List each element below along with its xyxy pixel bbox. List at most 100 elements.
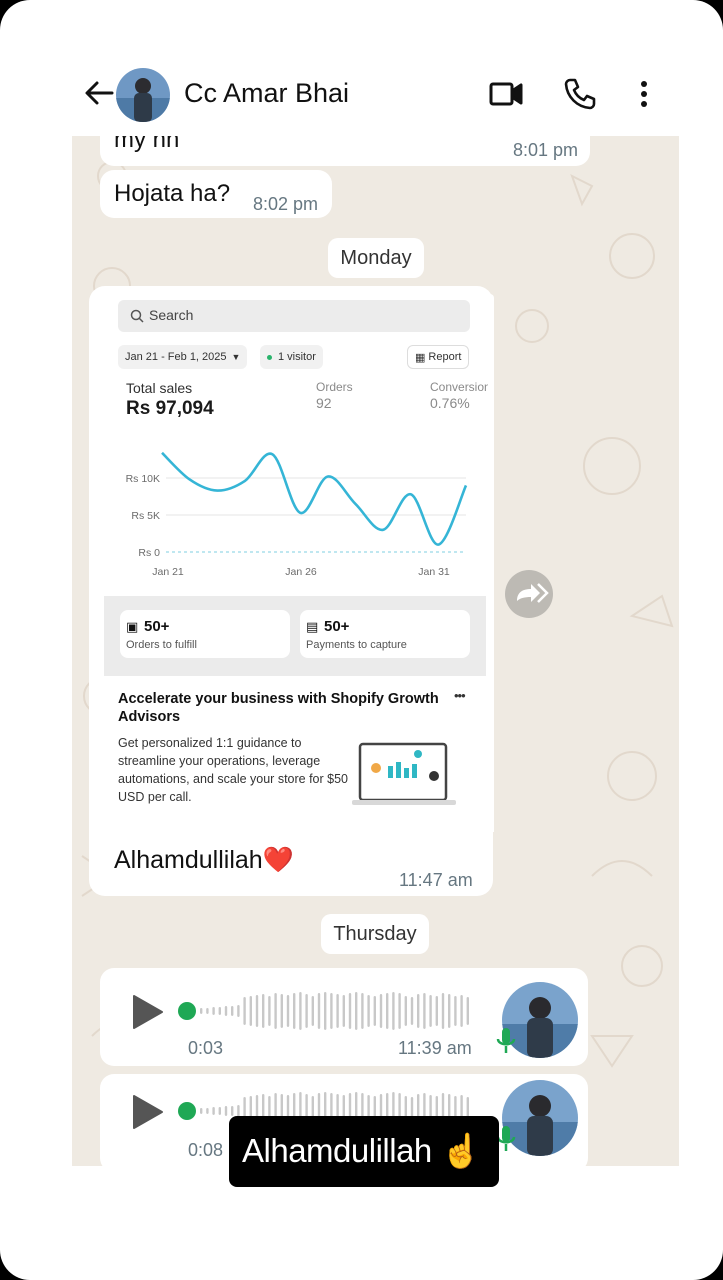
search-placeholder: Search [149,307,194,323]
waveform-bar [342,995,345,1027]
orders-to-fulfill-count: 50+ [144,618,170,635]
conversion-value: 0.76% [430,395,470,411]
report-button: ▦ Report [407,345,470,369]
play-icon[interactable] [130,1094,164,1130]
laptop-illustration [352,742,456,805]
sales-series-line [161,451,468,546]
waveform-bar [367,995,370,1027]
mic-icon [496,1028,516,1053]
waveform-bar [355,992,358,1030]
waveform-bar [305,994,308,1028]
advisor-body: Get personalized 1:1 guidance to streaml… [118,736,348,804]
conversion-label: Conversion [430,380,488,394]
waveform-bar [200,1008,203,1014]
voice-waveform [200,992,469,1030]
advisor-title: Accelerate your business with Shopify Gr… [118,691,439,725]
waveform-bar [429,995,432,1027]
message-text: Hojata ha? [114,180,231,207]
waveform-bar [361,993,364,1029]
waveform-bar [268,996,271,1026]
date-separator: Monday [328,238,424,278]
message-time: 8:02 pm [253,194,319,214]
waveform-bar [454,996,457,1026]
more-options-icon[interactable] [626,76,662,112]
contact-name[interactable]: Cc Amar Bhai [184,78,349,109]
story-caption: Alhamdulillah ☝️ [229,1116,499,1187]
waveform-bar [398,993,401,1029]
y-tick-label: Rs 5K [131,510,160,522]
waveform-bar [206,1008,209,1014]
payments-to-capture-card: ▤ 50+ Payments to capture [300,610,470,658]
chat-area[interactable]: my nh 8:01 pm Hojata ha? 8:02 pm Monday … [72,136,679,1166]
waveform-bar [373,996,376,1026]
waveform-bar [293,993,296,1029]
payment-icon: ▤ [306,619,319,634]
waveform-bar [404,996,407,1026]
waveform-bar [200,1108,203,1114]
visitor-count: 1 visitor [278,351,316,363]
waveform-bar [249,996,252,1026]
voice-duration: 0:03 [188,1038,224,1058]
waveform-bar [286,995,290,1027]
voice-call-icon[interactable] [562,76,598,112]
report-label: Report [428,351,462,363]
total-sales-label: Total sales [126,380,193,396]
story-caption-text: Alhamdulillah ☝️ [242,1132,482,1169]
waveform-bar [218,1107,221,1115]
waveform-bar [324,992,327,1030]
x-tick-label: Jan 31 [418,566,450,578]
contact-avatar[interactable] [116,68,170,122]
forward-icon [517,583,549,603]
y-tick-label: Rs 10K [126,473,160,485]
orders-value: 92 [316,395,332,411]
waveform-bar [435,996,438,1026]
waveform-bar [423,993,426,1029]
total-sales-value: Rs 97,094 [126,398,214,419]
payments-to-capture-label: Payments to capture [306,639,407,651]
waveform-bar [243,997,246,1025]
waveform-bar [417,994,420,1028]
search-bar: Search [118,300,470,332]
waveform-bar [348,993,352,1029]
message-bubble[interactable]: my nh 8:01 pm [100,136,590,166]
message-bubble[interactable]: Hojata ha? 8:02 pm [100,170,332,218]
live-dot-icon [267,354,272,360]
playback-dot[interactable] [178,1102,196,1120]
waveform-bar [299,992,302,1030]
message-text: my nh [114,136,180,153]
mic-icon [496,1126,516,1151]
play-icon[interactable] [130,994,164,1030]
waveform-bar [280,994,283,1028]
shared-screenshot[interactable]: Search Jan 21 - Feb 1, 2025 ▼ 1 visitor … [100,294,494,832]
waveform-bar [317,993,321,1029]
more-options-icon: ••• [454,688,466,703]
forward-button[interactable] [505,570,553,618]
date-range-pill: Jan 21 - Feb 1, 2025 ▼ [118,345,248,369]
waveform-bar [330,993,333,1029]
waveform-bar [386,993,389,1029]
waveform-bar [224,1106,228,1116]
waveform-bar [460,995,463,1027]
message-time: 11:47 am [399,870,473,890]
sales-line-chart: Rs 10K Rs 5K Rs 0 Jan 21 Jan 26 Jan 31 [126,451,468,578]
orders-to-fulfill-label: Orders to fulfill [126,639,197,651]
playback-dot[interactable] [178,1002,196,1020]
x-tick-label: Jan 21 [152,566,184,578]
back-arrow-icon[interactable] [82,76,116,110]
waveform-bar [466,997,469,1025]
date-separator: Thursday [321,914,429,954]
search-icon [130,309,144,323]
waveform-bar [392,992,395,1030]
waveform-bar [255,995,259,1027]
waveform-bar [262,994,265,1028]
waveform-bar [448,994,451,1028]
waveform-bar [274,993,277,1029]
chevron-down-icon: ▼ [231,352,241,362]
waveform-bar [441,993,445,1029]
waveform-bar [212,1007,215,1015]
waveform-bar [218,1007,221,1015]
message-time: 11:39 am [398,1038,472,1058]
video-call-icon[interactable] [488,76,524,112]
waveform-bar [237,1005,240,1017]
waveform-bar [311,996,314,1026]
